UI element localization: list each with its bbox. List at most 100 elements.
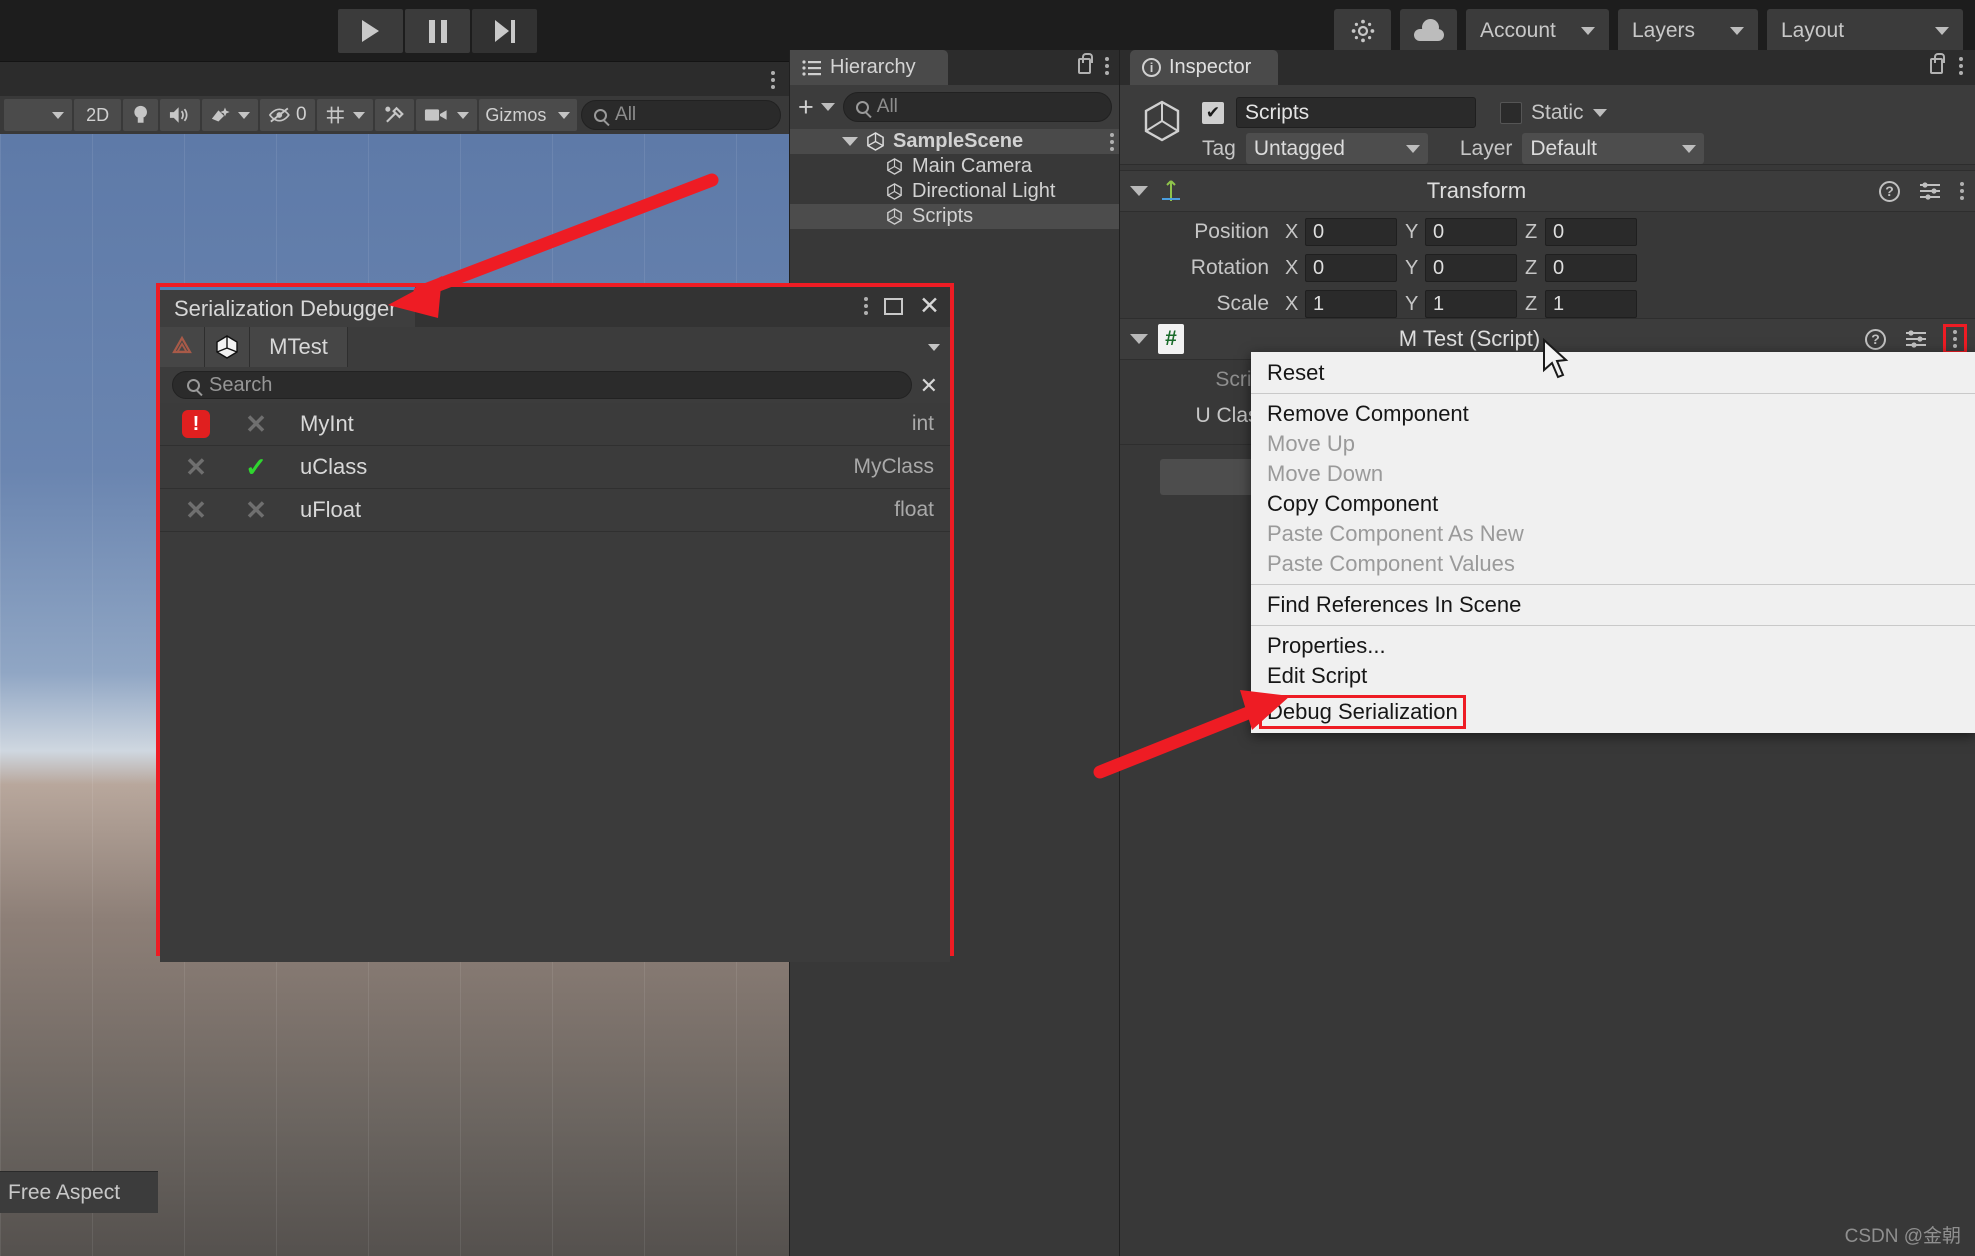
object-name-field[interactable]: Scripts <box>1236 97 1476 128</box>
mtest-kebab-button[interactable] <box>1943 324 1967 354</box>
tab-hierarchy[interactable]: Hierarchy <box>790 50 948 85</box>
position-y-value[interactable]: 0 <box>1425 218 1517 246</box>
hierarchy-item-directional-light[interactable]: Directional Light <box>790 179 1120 204</box>
layout-label: Layout <box>1781 19 1845 42</box>
triangle-down-icon[interactable] <box>1130 334 1148 344</box>
collab-button[interactable] <box>1334 9 1391 53</box>
kebab-icon[interactable] <box>1105 57 1109 75</box>
scene-visibility-button[interactable]: 0 <box>260 99 315 131</box>
menu-item-edit-script[interactable]: Edit Script <box>1251 661 1975 691</box>
menu-item-copy-component[interactable]: Copy Component <box>1251 489 1975 519</box>
scale-z-field[interactable]: Z 1 <box>1525 290 1637 318</box>
static-checkbox[interactable] <box>1500 101 1522 124</box>
position-y-field[interactable]: Y 0 <box>1405 218 1517 246</box>
layout-dropdown[interactable]: Layout <box>1767 9 1963 53</box>
layers-dropdown[interactable]: Layers <box>1618 9 1758 53</box>
cloud-button[interactable] <box>1400 9 1457 53</box>
menu-item-remove-component[interactable]: Remove Component <box>1251 399 1975 429</box>
menu-item-move-down: Move Down <box>1267 461 1384 486</box>
scene-lighting-button[interactable] <box>123 99 159 131</box>
unity-button[interactable] <box>205 327 250 367</box>
scene-search-input[interactable]: All <box>581 100 782 130</box>
chevron-down-icon <box>1935 27 1949 35</box>
kebab-icon[interactable] <box>1959 57 1963 75</box>
scene-audio-button[interactable] <box>160 99 200 131</box>
scale-y-value[interactable]: 1 <box>1425 290 1517 318</box>
pause-button[interactable] <box>405 9 470 53</box>
account-dropdown[interactable]: Account <box>1466 9 1609 53</box>
position-z-value[interactable]: 0 <box>1545 218 1637 246</box>
lock-icon[interactable] <box>1930 53 1945 74</box>
hierarchy-add-button[interactable]: + <box>798 92 835 123</box>
toggle-2d-button[interactable]: 2D <box>74 99 122 131</box>
sdw-tab[interactable]: Serialization Debugger <box>160 287 415 327</box>
sdw-empty-area <box>160 532 950 962</box>
table-row[interactable]: ✕ ✕ uFloat float <box>160 489 950 532</box>
hierarchy-item-main-camera[interactable]: Main Camera <box>790 154 1120 179</box>
position-x-field[interactable]: X 0 <box>1285 218 1397 246</box>
rotation-z-value[interactable]: 0 <box>1545 254 1637 282</box>
preset-icon[interactable] <box>1918 181 1942 201</box>
chevron-down-icon[interactable] <box>1592 108 1607 117</box>
tab-inspector[interactable]: i Inspector <box>1130 50 1278 85</box>
table-row[interactable]: ! ✕ MyInt int <box>160 403 950 446</box>
rotation-y-field[interactable]: Y 0 <box>1405 254 1517 282</box>
position-x-value[interactable]: 0 <box>1305 218 1397 246</box>
object-enabled-checkbox[interactable] <box>1202 101 1224 124</box>
rotation-x-field[interactable]: X 0 <box>1285 254 1397 282</box>
menu-item-debug-serialization-wrap[interactable]: Debug Serialization <box>1251 695 1975 729</box>
scene-grid-dropdown[interactable] <box>316 99 374 131</box>
scene-kebab-button[interactable] <box>771 71 775 89</box>
hierarchy-scene-row[interactable]: SampleScene <box>790 129 1120 154</box>
sdw-title-bar[interactable]: Serialization Debugger ✕ <box>160 287 950 327</box>
tool-mode-dropdown[interactable] <box>4 99 73 131</box>
component-context-menu[interactable]: Reset Remove Component Move Up Move Down… <box>1251 352 1975 733</box>
lock-icon[interactable] <box>1078 53 1093 74</box>
odin-button[interactable] <box>160 327 205 367</box>
game-aspect-bar[interactable]: Free Aspect <box>0 1171 158 1213</box>
kebab-icon[interactable] <box>1110 132 1114 151</box>
kebab-icon[interactable] <box>1960 182 1964 200</box>
table-row[interactable]: ✕ ✓ uClass MyClass <box>160 446 950 489</box>
scale-x-field[interactable]: X 1 <box>1285 290 1397 318</box>
hierarchy-search-input[interactable]: All <box>842 92 1112 122</box>
step-button[interactable] <box>472 9 537 53</box>
close-icon[interactable]: ✕ <box>919 293 940 318</box>
sdw-search-input[interactable]: Search <box>172 371 912 399</box>
triangle-down-icon[interactable] <box>842 137 858 146</box>
menu-item-debug-serialization[interactable]: Debug Serialization <box>1259 695 1466 729</box>
scale-x-value[interactable]: 1 <box>1305 290 1397 318</box>
menu-item-find-references-in-scene[interactable]: Find References In Scene <box>1251 590 1975 620</box>
rotation-z-field[interactable]: Z 0 <box>1525 254 1637 282</box>
tag-dropdown[interactable]: Untagged <box>1245 133 1428 164</box>
scene-fx-dropdown[interactable] <box>201 99 259 131</box>
kebab-icon[interactable] <box>864 297 869 315</box>
layer-dropdown[interactable]: Default <box>1522 133 1705 164</box>
menu-item-properties[interactable]: Properties... <box>1251 631 1975 661</box>
help-icon[interactable]: ? <box>1865 328 1886 350</box>
rotation-x-value[interactable]: 0 <box>1305 254 1397 282</box>
play-button[interactable] <box>338 9 403 53</box>
maximize-icon[interactable] <box>884 297 904 315</box>
position-z-field[interactable]: Z 0 <box>1525 218 1637 246</box>
scale-z-value[interactable]: 1 <box>1545 290 1637 318</box>
sdw-search-row: Search ✕ <box>160 367 950 403</box>
serialization-debugger-window[interactable]: Serialization Debugger ✕ MTest Search ✕ … <box>156 283 954 962</box>
close-icon[interactable]: ✕ <box>920 374 938 396</box>
scene-camera-dropdown[interactable] <box>416 99 477 131</box>
menu-item-reset[interactable]: Reset <box>1251 358 1975 388</box>
scene-tools-button[interactable] <box>375 99 415 131</box>
scale-y-field[interactable]: Y 1 <box>1405 290 1517 318</box>
preset-icon[interactable] <box>1904 329 1928 349</box>
triangle-down-icon[interactable] <box>1130 186 1148 196</box>
sdw-field-list[interactable]: ! ✕ MyInt int ✕ ✓ uClass MyClass ✕ ✕ uFl… <box>160 403 950 962</box>
chevron-down-icon[interactable] <box>928 343 940 351</box>
help-icon[interactable]: ? <box>1879 180 1900 202</box>
hierarchy-item-scripts[interactable]: Scripts <box>790 204 1120 229</box>
sdw-type-tab[interactable]: MTest <box>250 327 348 367</box>
add-label: + <box>798 91 814 122</box>
transform-header[interactable]: Transform ? <box>1120 170 1975 212</box>
gizmos-dropdown[interactable]: Gizmos <box>478 99 578 131</box>
collab-icon <box>1351 19 1374 43</box>
rotation-y-value[interactable]: 0 <box>1425 254 1517 282</box>
